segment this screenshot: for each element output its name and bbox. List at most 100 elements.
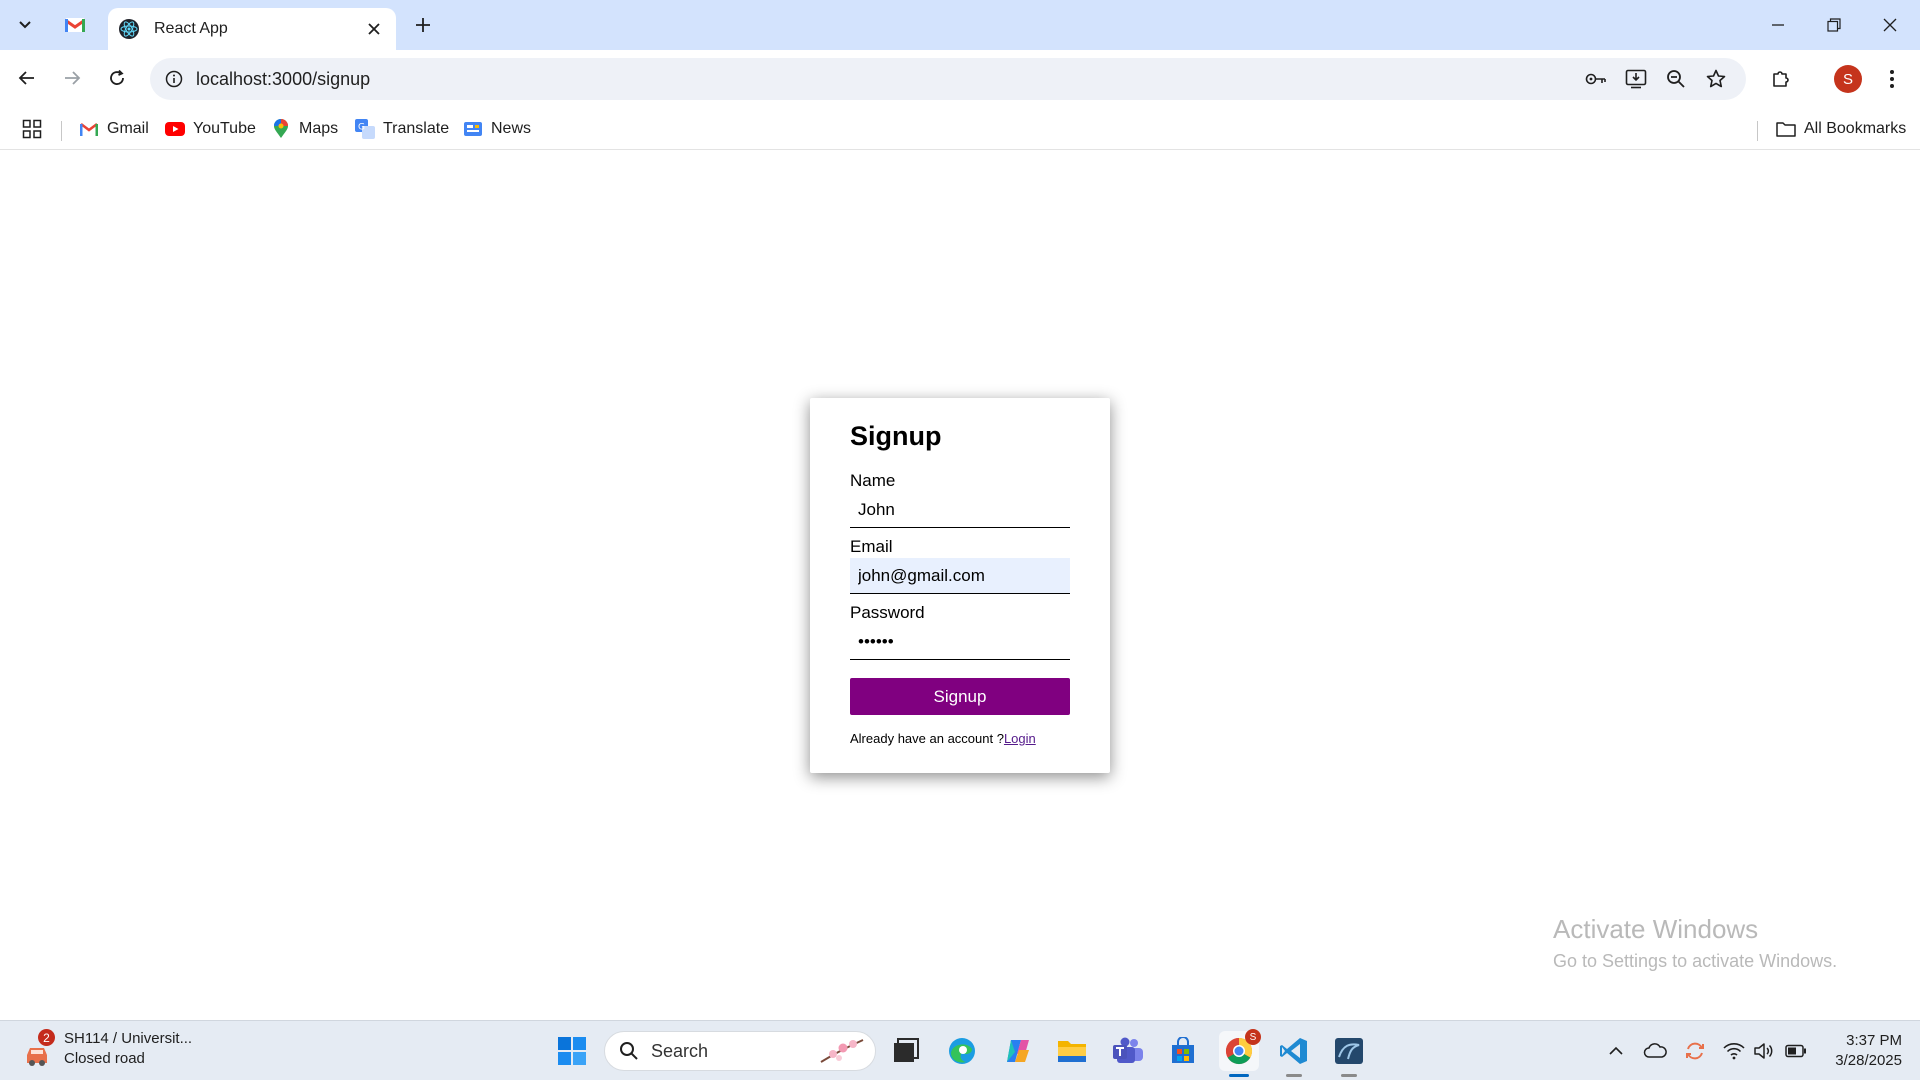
running-indicator (1286, 1074, 1302, 1077)
wifi-button[interactable] (1722, 1039, 1746, 1063)
copilot-app[interactable] (998, 1031, 1038, 1071)
zoom-button[interactable] (1660, 65, 1692, 93)
bookmark-label: News (491, 120, 532, 137)
news-icon (463, 119, 483, 139)
store-app[interactable] (1163, 1031, 1203, 1071)
chevron-up-icon (1609, 1046, 1623, 1055)
watermark-title: Activate Windows (1553, 914, 1759, 944)
weather-subtitle: Closed road (64, 1050, 145, 1067)
site-info-button[interactable] (160, 65, 188, 93)
install-app-button[interactable] (1620, 65, 1652, 93)
cloud-icon (1643, 1043, 1667, 1058)
email-input[interactable] (850, 558, 1070, 594)
kebab-menu-icon (1890, 70, 1894, 88)
name-input[interactable] (850, 492, 1070, 528)
bookmarks-divider (61, 121, 62, 141)
show-hidden-icons-button[interactable] (1604, 1039, 1628, 1063)
close-window-button[interactable] (1862, 0, 1918, 50)
chrome-app[interactable]: S (1219, 1029, 1261, 1077)
puzzle-icon (1773, 71, 1789, 87)
forward-button[interactable] (54, 60, 90, 96)
bookmark-news[interactable]: News (463, 116, 531, 142)
bookmarks-divider (1757, 121, 1758, 141)
speaker-icon (1754, 1043, 1773, 1059)
bookmark-star-button[interactable] (1700, 65, 1732, 93)
tab-search-button[interactable] (8, 8, 42, 42)
volume-button[interactable] (1752, 1039, 1776, 1063)
password-input[interactable] (850, 624, 1070, 660)
bookmark-label: Gmail (107, 120, 149, 137)
activate-windows-watermark: Activate Windows Go to Settings to activ… (1553, 914, 1837, 972)
zoom-icon (1667, 70, 1685, 88)
extensions-button[interactable] (1763, 61, 1799, 97)
windows-icon (558, 1037, 586, 1065)
pinned-tab-gmail[interactable] (58, 8, 92, 42)
back-button[interactable] (9, 60, 45, 96)
youtube-icon (165, 119, 185, 139)
key-icon (1585, 73, 1606, 85)
password-key-button[interactable] (1580, 65, 1612, 93)
new-tab-button[interactable] (408, 8, 438, 42)
bookmark-label: YouTube (193, 120, 256, 137)
teams-icon (1113, 1037, 1143, 1063)
search-icon (620, 1042, 638, 1060)
edge-app[interactable] (942, 1031, 982, 1071)
store-icon (1172, 1037, 1194, 1063)
wifi-icon (1723, 1043, 1745, 1060)
profile-avatar[interactable]: S (1834, 65, 1862, 93)
reload-button[interactable] (99, 60, 135, 96)
close-tab-button[interactable] (362, 17, 386, 41)
login-link[interactable]: Login (1004, 731, 1036, 746)
file-explorer-app[interactable] (1052, 1031, 1092, 1071)
sync-icon (1686, 1042, 1704, 1060)
folder-icon (1776, 119, 1796, 139)
bookmark-maps[interactable]: Maps (271, 116, 338, 142)
taskbar-search[interactable]: Search (604, 1031, 876, 1071)
signup-button[interactable]: Signup (850, 678, 1070, 715)
minimize-icon (1772, 24, 1784, 26)
svg-text:G: G (358, 123, 365, 133)
login-prompt: Already have an account ?Login (850, 731, 1036, 746)
vscode-app[interactable] (1274, 1031, 1314, 1077)
gmail-icon (79, 119, 99, 139)
mysql-workbench-app[interactable] (1329, 1031, 1369, 1077)
address-bar[interactable]: localhost:3000/signup (150, 58, 1746, 100)
star-icon (1706, 69, 1726, 88)
minimize-button[interactable] (1750, 0, 1806, 50)
info-icon (165, 70, 183, 88)
all-bookmarks-button[interactable]: All Bookmarks (1776, 116, 1906, 142)
apps-button[interactable] (22, 116, 42, 142)
bookmark-youtube[interactable]: YouTube (165, 116, 256, 142)
running-indicator (1341, 1074, 1357, 1077)
password-label: Password (850, 603, 925, 622)
apps-grid-icon (22, 119, 42, 139)
onedrive-button[interactable] (1643, 1039, 1667, 1063)
tab-react-app[interactable]: React App (108, 8, 396, 50)
battery-button[interactable] (1784, 1039, 1808, 1063)
menu-button[interactable] (1874, 61, 1910, 97)
weather-widget[interactable]: 2 SH114 / Universit... Closed road (22, 1029, 192, 1069)
watermark-subtitle: Go to Settings to activate Windows. (1553, 951, 1838, 971)
vscode-icon (1280, 1038, 1307, 1064)
name-label: Name (850, 471, 896, 490)
start-button[interactable] (552, 1031, 592, 1071)
bookmark-gmail[interactable]: Gmail (79, 116, 149, 142)
teams-app[interactable] (1108, 1031, 1148, 1071)
system-clock[interactable]: 3:37 PM 3/28/2025 (1822, 1031, 1902, 1071)
react-icon (118, 18, 140, 40)
url-text: localhost:3000/signup (196, 69, 371, 89)
sync-status-button[interactable] (1683, 1039, 1707, 1063)
folder-icon (1058, 1041, 1086, 1062)
signup-card: Signup Name Email Password Signup Alread… (810, 398, 1110, 773)
battery-icon (1785, 1044, 1806, 1058)
bookmark-translate[interactable]: G Translate (355, 116, 449, 142)
task-view-button[interactable] (886, 1031, 926, 1071)
copilot-icon (1007, 1040, 1029, 1062)
reload-icon (110, 69, 124, 85)
bookmark-label: Maps (299, 120, 339, 137)
restore-button[interactable] (1806, 0, 1862, 50)
restore-icon (1827, 18, 1841, 32)
maps-icon (271, 119, 291, 139)
weather-title: SH114 / Universit... (64, 1030, 193, 1047)
task-view-icon (894, 1038, 919, 1062)
